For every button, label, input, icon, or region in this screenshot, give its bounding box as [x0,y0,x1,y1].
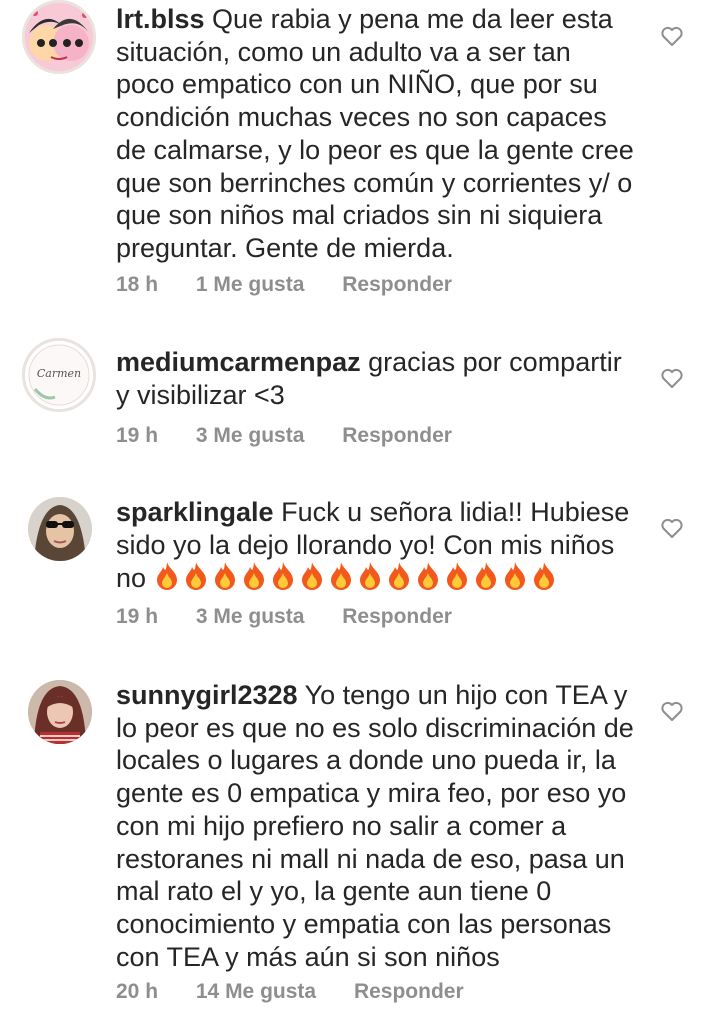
fire-icon [388,562,409,591]
comment-body: sparklingale Fuck u señora lidia!! Hubie… [116,496,636,595]
comment-username[interactable]: mediumcarmenpaz [116,347,361,377]
comment-meta: 19 h 3 Me gusta Responder [116,605,484,629]
comment-text: Yo tengo un hijo con TEA y lo peor es qu… [116,680,634,972]
comment-meta: 20 h 14 Me gusta Responder [116,980,496,1004]
avatar[interactable] [22,0,96,74]
fire-icon [533,562,554,591]
avatar[interactable] [28,497,92,561]
like-count[interactable]: 3 Me gusta [196,605,305,628]
heart-icon[interactable] [660,367,684,389]
reply-button[interactable]: Responder [342,273,452,296]
reply-button[interactable]: Responder [342,424,452,447]
comment-time: 20 h [116,980,159,1003]
comment-time: 18 h [116,273,159,296]
fire-icon [185,562,206,591]
comment-time: 19 h [116,605,159,628]
comment-text: Que rabia y pena me da leer esta situaci… [116,4,634,263]
avatar[interactable] [28,680,92,744]
comment-body: sunnygirl2328 Yo tengo un hijo con TEA y… [116,679,636,973]
fire-icon [359,562,380,591]
comment-time: 19 h [116,424,159,447]
heart-icon[interactable] [660,700,684,722]
reply-button[interactable]: Responder [342,605,452,628]
fire-icon [417,562,438,591]
comment-body: mediumcarmenpaz gracias por compartir y … [116,346,636,411]
fire-icon [243,562,264,591]
fire-icon [330,562,351,591]
fire-icon [301,562,322,591]
comment-meta: 18 h 1 Me gusta Responder [116,273,484,297]
comment-username[interactable]: sparklingale [116,497,274,527]
fire-icon [214,562,235,591]
fire-icon [504,562,525,591]
avatar-logo-text: Carmen [37,367,81,380]
heart-icon[interactable] [660,517,684,539]
comment-username[interactable]: lrt.blss [116,4,205,34]
heart-icon[interactable] [660,25,684,47]
fire-icon [272,562,293,591]
fire-icon [475,562,496,591]
comment-body: lrt.blss Que rabia y pena me da leer est… [116,3,636,265]
fire-emoji-row [154,562,560,593]
fire-icon [446,562,467,591]
like-count[interactable]: 14 Me gusta [196,980,316,1003]
comment-username[interactable]: sunnygirl2328 [116,680,298,710]
like-count[interactable]: 1 Me gusta [196,273,305,296]
reply-button[interactable]: Responder [354,980,464,1003]
fire-icon [156,562,177,591]
avatar[interactable]: Carmen [22,338,96,412]
comment-meta: 19 h 3 Me gusta Responder [116,424,484,448]
like-count[interactable]: 3 Me gusta [196,424,305,447]
